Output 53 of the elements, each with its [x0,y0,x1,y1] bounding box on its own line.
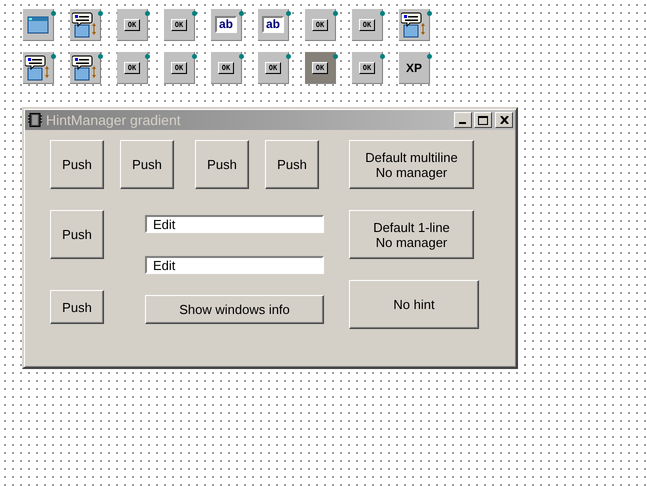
push-button[interactable]: Push [120,140,174,189]
maximize-button[interactable] [474,112,492,128]
hint-balloon-icon [72,54,98,80]
minimize-button[interactable] [454,112,472,128]
handle-icon [145,54,150,59]
handle-icon [427,54,432,59]
hint-balloon-icon [72,12,98,38]
edit-field[interactable]: Edit [145,215,324,233]
push-button[interactable]: No hint [349,280,479,329]
handle-icon [192,54,197,59]
handle-icon [51,54,56,59]
component-tile[interactable] [70,52,101,84]
handle-icon [239,11,244,16]
edit-icon: ab [214,16,237,33]
push-button[interactable]: Push [50,140,104,189]
component-tile[interactable] [23,9,54,41]
edit-icon: ab [262,16,284,33]
handle-icon [380,54,385,59]
push-button[interactable]: Push [50,210,104,259]
push-button[interactable]: Show windows info [145,295,324,324]
close-icon [500,116,508,124]
form-icon [28,113,42,127]
push-button[interactable]: Push [265,140,319,189]
handle-icon [380,11,385,16]
window-title: HintManager gradient [46,112,182,128]
window-icon [27,16,49,34]
handle-icon [333,54,338,59]
push-button[interactable]: Push [50,290,104,324]
handle-icon [192,11,197,16]
component-tile[interactable] [70,9,101,41]
handle-icon [145,11,150,16]
handle-icon [51,11,56,16]
push-button[interactable]: Push [195,140,249,189]
handle-icon [333,11,338,16]
component-tile[interactable]: ab [258,9,289,41]
hint-balloon-icon [25,54,51,80]
maximize-icon [478,116,488,124]
push-button[interactable]: Default multiline No manager [349,140,474,189]
component-tile[interactable]: XP [399,52,430,84]
push-button[interactable]: Default 1-line No manager [349,210,474,259]
component-tile[interactable] [399,9,430,41]
handle-icon [286,11,291,16]
xp-icon: XP [406,60,422,74]
handle-icon [286,54,291,59]
hint-balloon-icon [401,12,427,38]
handle-icon [239,54,244,59]
edit-field[interactable]: Edit [145,256,324,274]
component-tile[interactable]: ab [211,9,242,41]
close-button[interactable] [495,112,513,128]
component-tile[interactable] [23,52,54,84]
handle-icon [98,11,103,16]
handle-icon [98,54,103,59]
handle-icon [427,11,432,16]
